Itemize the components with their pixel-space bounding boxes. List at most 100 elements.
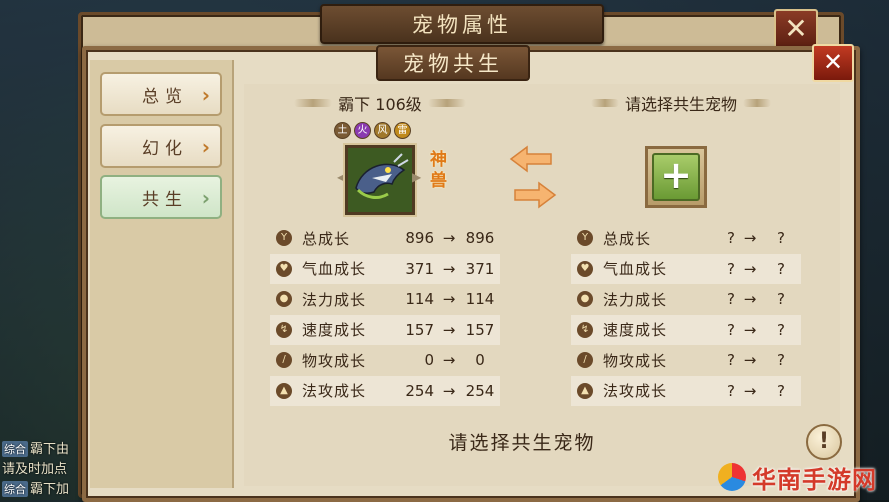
stat-result: ? <box>777 259 785 278</box>
stat-current: ? <box>727 259 735 278</box>
arrow-right-icon: → <box>743 351 757 370</box>
stat-current: 157 <box>405 320 434 339</box>
stat-label: 速度成长 <box>603 321 668 340</box>
stat-label: 法攻成长 <box>603 382 668 401</box>
stat-result: ? <box>777 290 785 309</box>
stat-current: ? <box>727 229 735 248</box>
add-symbiosis-pet-slot[interactable]: + <box>645 146 707 208</box>
arrow-right-icon: → <box>442 381 456 400</box>
stat-label: 气血成长 <box>603 260 668 279</box>
tab-label: 幻化 <box>142 138 188 159</box>
stat-result: 114 <box>465 290 495 309</box>
stat-result: 896 <box>465 229 495 248</box>
stat-result: ? <box>777 229 785 248</box>
left-stats-table: Y 总成长 896 → 896 ♥ 气血成长 371 → 371 ● 法力成长 … <box>270 223 500 406</box>
stat-row: ↯ 速度成长 157 → 157 <box>270 314 500 345</box>
stat-row: ♥ 气血成长 371 → 371 <box>270 253 500 284</box>
stat-current: 254 <box>405 381 434 400</box>
heart-icon: ♥ <box>276 260 292 277</box>
bottom-select-prompt: 请选择共生宠物 <box>448 432 596 454</box>
stat-row: Y 总成长 ? → ? <box>571 223 801 254</box>
arrow-right-icon: → <box>442 290 456 309</box>
stat-current: 0 <box>424 351 434 370</box>
next-pet-arrow-icon[interactable]: ▶ <box>412 170 421 184</box>
stat-label: 速度成长 <box>302 321 367 340</box>
element-icons: 土 火 风 雷 <box>334 122 411 139</box>
thunder-element-icon: 雷 <box>394 122 411 139</box>
help-button[interactable]: ! <box>806 424 842 460</box>
left-pet-name-level: 霸下 106级 <box>338 95 422 114</box>
stat-current: ? <box>727 351 735 370</box>
stat-row: / 物攻成长 0 → 0 <box>270 345 500 376</box>
heart-icon: ♥ <box>577 260 593 277</box>
plus-icon: + <box>652 153 700 201</box>
chat-line: 综合 霸下加 <box>2 481 70 497</box>
grow-icon: Y <box>577 230 593 247</box>
stat-label: 物攻成长 <box>302 351 367 370</box>
right-pet-header: 请选择共生宠物 <box>576 92 786 114</box>
drop-icon: ● <box>276 291 292 308</box>
wind-element-icon: 风 <box>374 122 391 139</box>
arrow-right-icon: → <box>442 320 456 339</box>
chevron-right-icon: › <box>201 135 210 159</box>
stat-label: 气血成长 <box>302 260 367 279</box>
arrow-right-icon: → <box>743 320 757 339</box>
divine-beast-badge: 神兽 <box>430 150 447 191</box>
watermark-text: 华南手游网 <box>752 465 877 494</box>
stat-row: ● 法力成长 114 → 114 <box>270 284 500 315</box>
arrow-right-icon: → <box>743 290 757 309</box>
stat-row: ▲ 法攻成长 254 → 254 <box>270 375 500 406</box>
tab-overview[interactable]: 总览 › <box>100 72 222 116</box>
arrow-right-icon: → <box>442 259 456 278</box>
stat-label: 总成长 <box>603 229 652 248</box>
pet-portrait[interactable] <box>345 145 415 215</box>
chevron-right-icon: › <box>201 83 210 107</box>
speed-icon: ↯ <box>276 321 292 338</box>
flame-icon: ▲ <box>577 382 593 399</box>
watermark: 华南手游网 <box>718 460 877 494</box>
ornament-icon <box>427 99 466 107</box>
stat-result: ? <box>777 381 785 400</box>
stat-row: ● 法力成长 ? → ? <box>571 284 801 315</box>
arrow-right-icon: → <box>743 259 757 278</box>
earth-element-icon: 土 <box>334 122 351 139</box>
stat-label: 物攻成长 <box>603 351 668 370</box>
watermark-logo-icon <box>718 463 746 491</box>
grow-icon: Y <box>276 230 292 247</box>
stat-current: ? <box>727 381 735 400</box>
tab-label: 总览 <box>142 86 188 107</box>
stat-result: ? <box>777 351 785 370</box>
stat-result: ? <box>777 320 785 339</box>
arrow-right-icon: → <box>442 351 456 370</box>
outer-window-title: 宠物属性 <box>320 4 604 44</box>
stat-current: ? <box>727 320 735 339</box>
swap-left-arrow-icon <box>509 145 552 173</box>
sword-icon: / <box>276 352 292 369</box>
right-stats-table: Y 总成长 ? → ? ♥ 气血成长 ? → ? ● 法力成长 ? → ? ↯ … <box>571 223 801 406</box>
left-pet-header: 霸下 106级 <box>280 92 480 114</box>
stat-label: 法力成长 <box>603 290 668 309</box>
speed-icon: ↯ <box>577 321 593 338</box>
ornament-icon <box>590 99 619 107</box>
ornament-icon <box>294 99 333 107</box>
stat-current: 371 <box>405 259 434 278</box>
fire-element-icon: 火 <box>354 122 371 139</box>
drop-icon: ● <box>577 291 593 308</box>
stat-label: 总成长 <box>302 229 351 248</box>
tab-label: 共生 <box>142 189 188 210</box>
tab-transform[interactable]: 幻化 › <box>100 124 222 168</box>
stat-result: 254 <box>465 381 495 400</box>
chat-line: 请及时加点 <box>2 462 68 477</box>
tab-symbiosis[interactable]: 共生 › <box>100 175 222 219</box>
stat-result: 157 <box>465 320 495 339</box>
ornament-icon <box>743 99 771 107</box>
stat-result: 371 <box>465 259 495 278</box>
stat-row: ↯ 速度成长 ? → ? <box>571 314 801 345</box>
stat-row: ▲ 法攻成长 ? → ? <box>571 375 801 406</box>
panel-close-button[interactable]: ✕ <box>812 44 854 82</box>
stat-row: ♥ 气血成长 ? → ? <box>571 253 801 284</box>
swap-right-arrow-icon <box>514 181 557 209</box>
stat-row: Y 总成长 896 → 896 <box>270 223 500 254</box>
flame-icon: ▲ <box>276 382 292 399</box>
stat-result: 0 <box>475 351 485 370</box>
